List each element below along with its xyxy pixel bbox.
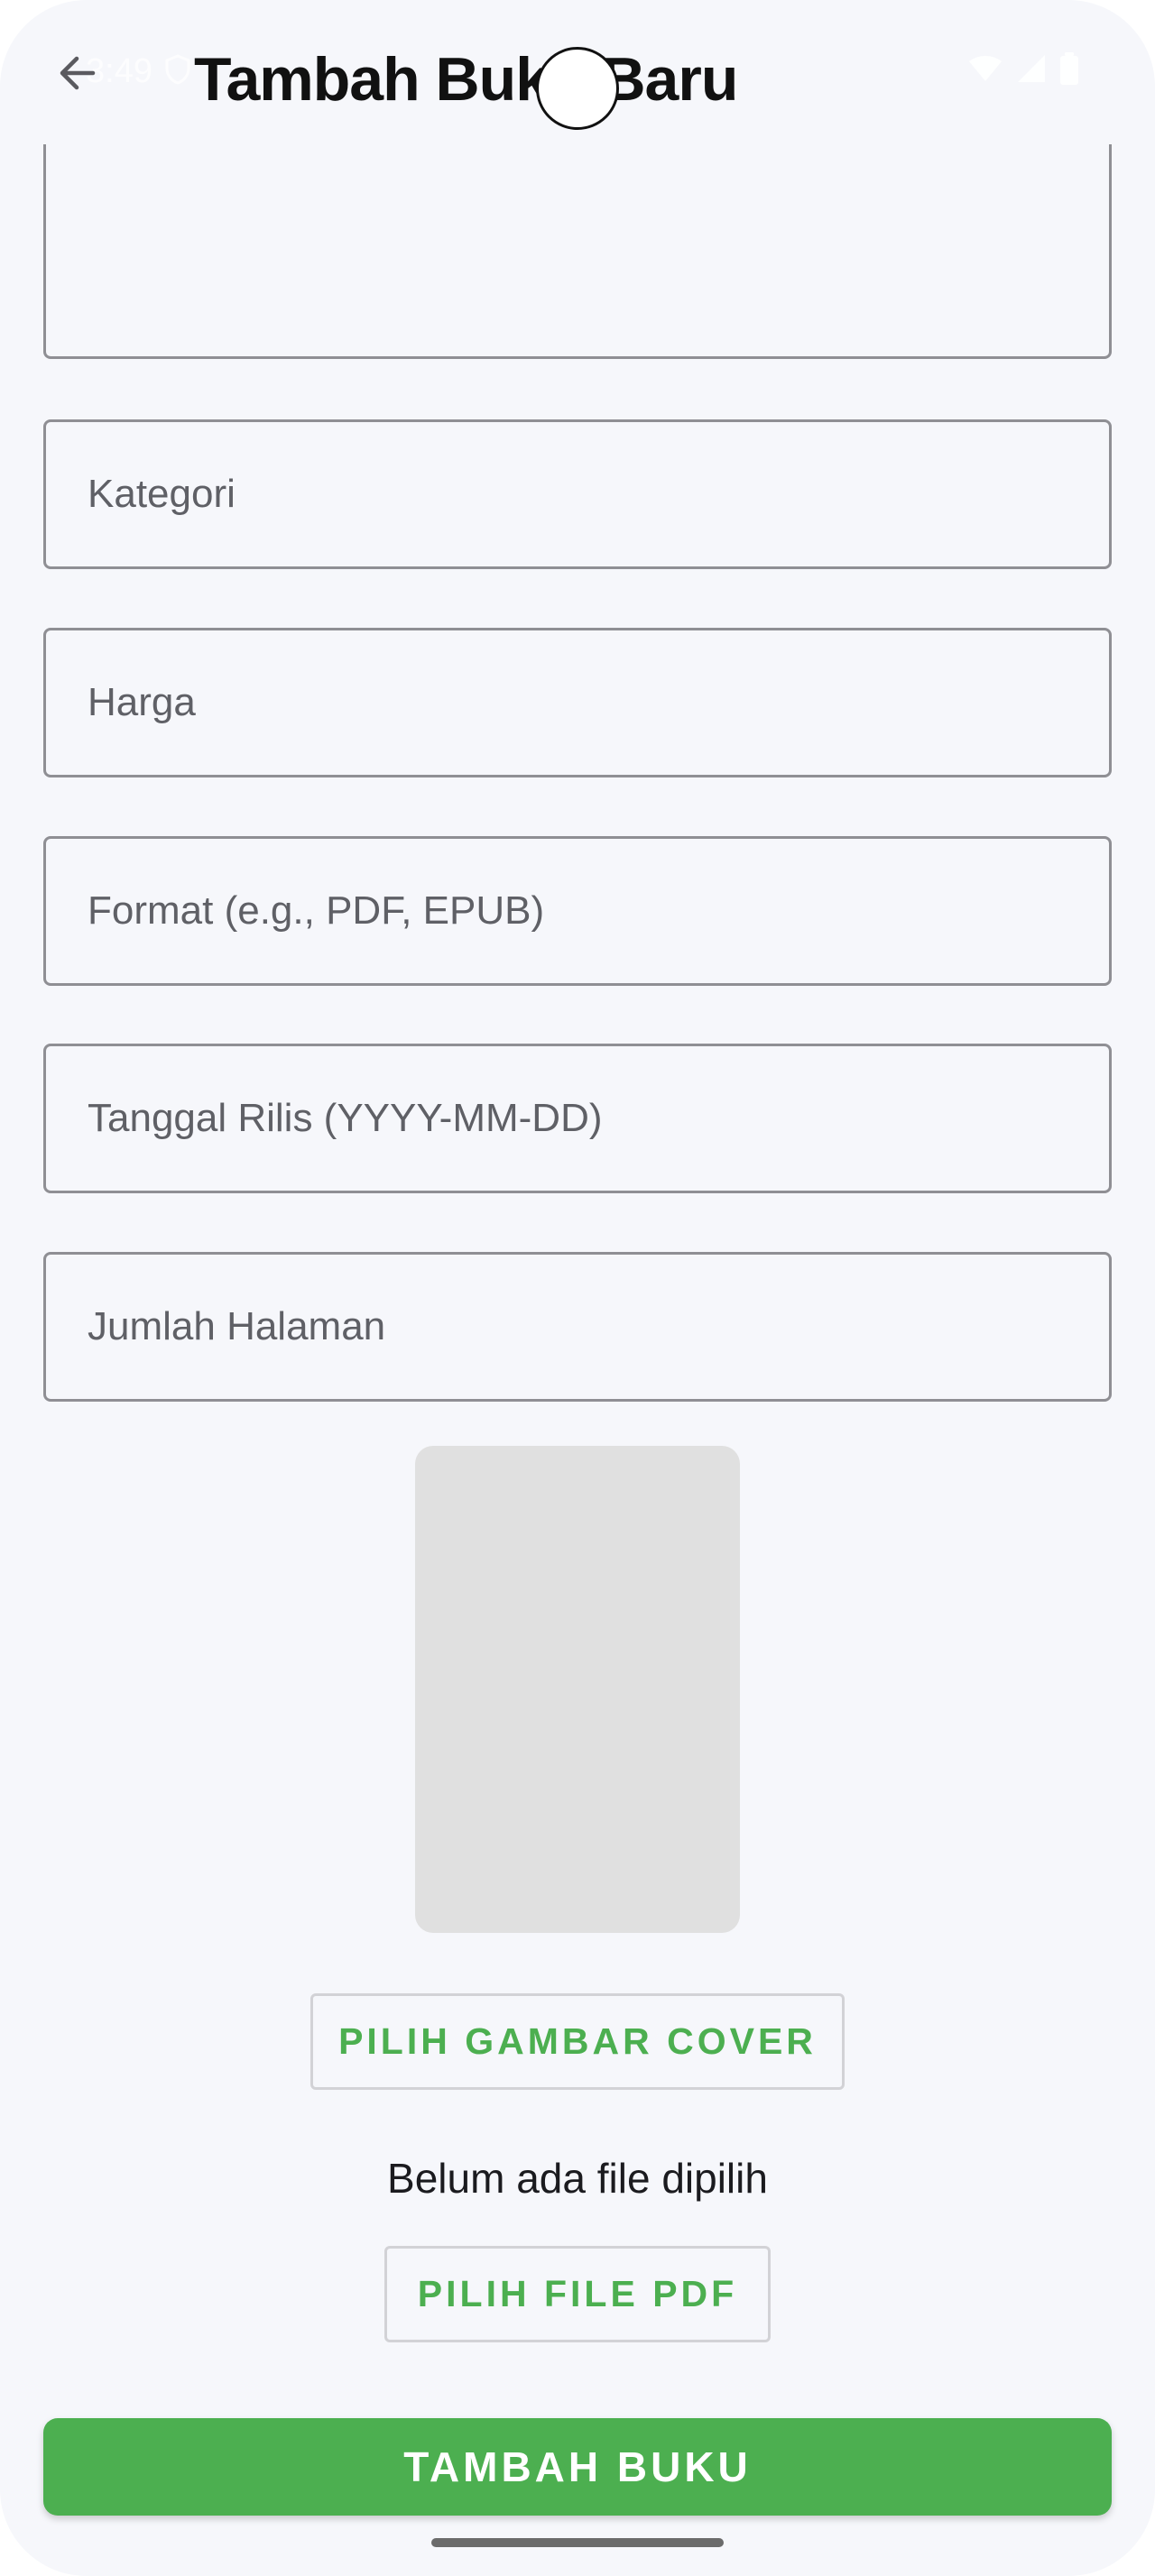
page-count-field[interactable]: Jumlah Halaman — [43, 1252, 1112, 1402]
home-indicator[interactable] — [431, 2538, 724, 2547]
page-count-field-label: Jumlah Halaman — [88, 1304, 386, 1348]
battery-icon — [1059, 51, 1079, 89]
category-field[interactable]: Kategori — [43, 419, 1112, 569]
camera-cutout — [536, 47, 619, 130]
page-title: Tambah Buku Baru — [194, 45, 738, 114]
price-field-label: Harga — [88, 680, 196, 724]
arrow-left-icon — [53, 50, 100, 101]
category-field-label: Kategori — [88, 472, 236, 516]
pick-cover-button[interactable]: PILIH GAMBAR COVER — [310, 1993, 845, 2090]
format-field-label: Format (e.g., PDF, EPUB) — [88, 888, 545, 933]
add-book-button[interactable]: TAMBAH BUKU — [43, 2418, 1112, 2516]
screen: 3:49 Tambah Buku Baru Kategori Harga For… — [0, 0, 1155, 2576]
pick-pdf-button[interactable]: PILIH FILE PDF — [384, 2246, 771, 2342]
status-icons — [967, 51, 1079, 89]
release-date-field-label: Tanggal Rilis (YYYY-MM-DD) — [88, 1096, 603, 1140]
release-date-field[interactable]: Tanggal Rilis (YYYY-MM-DD) — [43, 1044, 1112, 1193]
wifi-icon — [967, 54, 1003, 87]
back-button[interactable] — [47, 45, 106, 105]
format-field[interactable]: Format (e.g., PDF, EPUB) — [43, 836, 1112, 986]
shield-icon — [164, 54, 191, 85]
pdf-file-status: Belum ada file dipilih — [387, 2155, 768, 2202]
price-field[interactable]: Harga — [43, 628, 1112, 777]
description-field[interactable] — [43, 144, 1112, 359]
cell-signal-icon — [1016, 53, 1047, 88]
cover-image-preview — [415, 1446, 740, 1933]
